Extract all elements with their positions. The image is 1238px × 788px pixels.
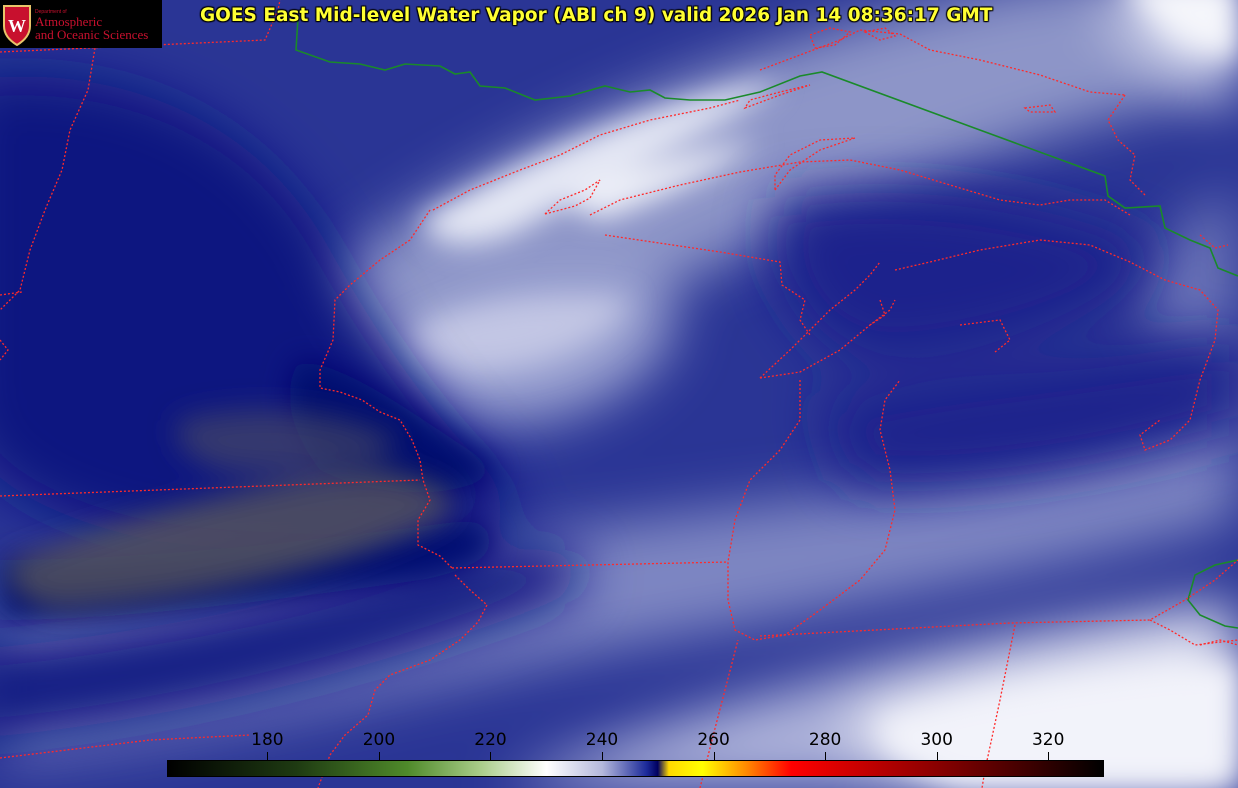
colorbar-tick-label: 180 bbox=[251, 730, 284, 750]
colorbar-tick-label: 260 bbox=[697, 730, 730, 750]
colorbar-tick-label: 320 bbox=[1031, 730, 1065, 750]
colorbar-tick-mark bbox=[378, 752, 380, 760]
aos-department-logo: W Department of Atmospheric and Oceanic … bbox=[0, 0, 162, 48]
temperature-colorbar bbox=[167, 760, 1104, 777]
colorbar-tick-mark bbox=[713, 752, 715, 760]
colorbar-tick-label: 240 bbox=[585, 730, 619, 750]
satellite-image-panel: W Department of Atmospheric and Oceanic … bbox=[0, 0, 1238, 788]
water-vapor-imagery bbox=[0, 0, 1238, 788]
colorbar-tick-mark bbox=[936, 752, 938, 760]
colorbar-tick-label: 200 bbox=[362, 730, 396, 750]
colorbar-tick-label: 220 bbox=[474, 730, 507, 750]
colorbar-tick-mark bbox=[490, 752, 492, 760]
colorbar-tick-label: 300 bbox=[920, 730, 953, 750]
colorbar-tick-label: 280 bbox=[808, 730, 842, 750]
image-title: GOES East Mid-level Water Vapor (ABI ch … bbox=[200, 5, 993, 26]
colorbar-tick-mark bbox=[825, 752, 827, 760]
colorbar-tick-mark bbox=[1048, 752, 1050, 760]
crest-letter: W bbox=[8, 16, 26, 36]
uw-crest-icon: W bbox=[3, 5, 31, 46]
logo-line-2: and Oceanic Sciences bbox=[35, 27, 149, 42]
colorbar-tick-mark bbox=[602, 752, 604, 760]
colorbar-tick-mark bbox=[267, 752, 269, 760]
